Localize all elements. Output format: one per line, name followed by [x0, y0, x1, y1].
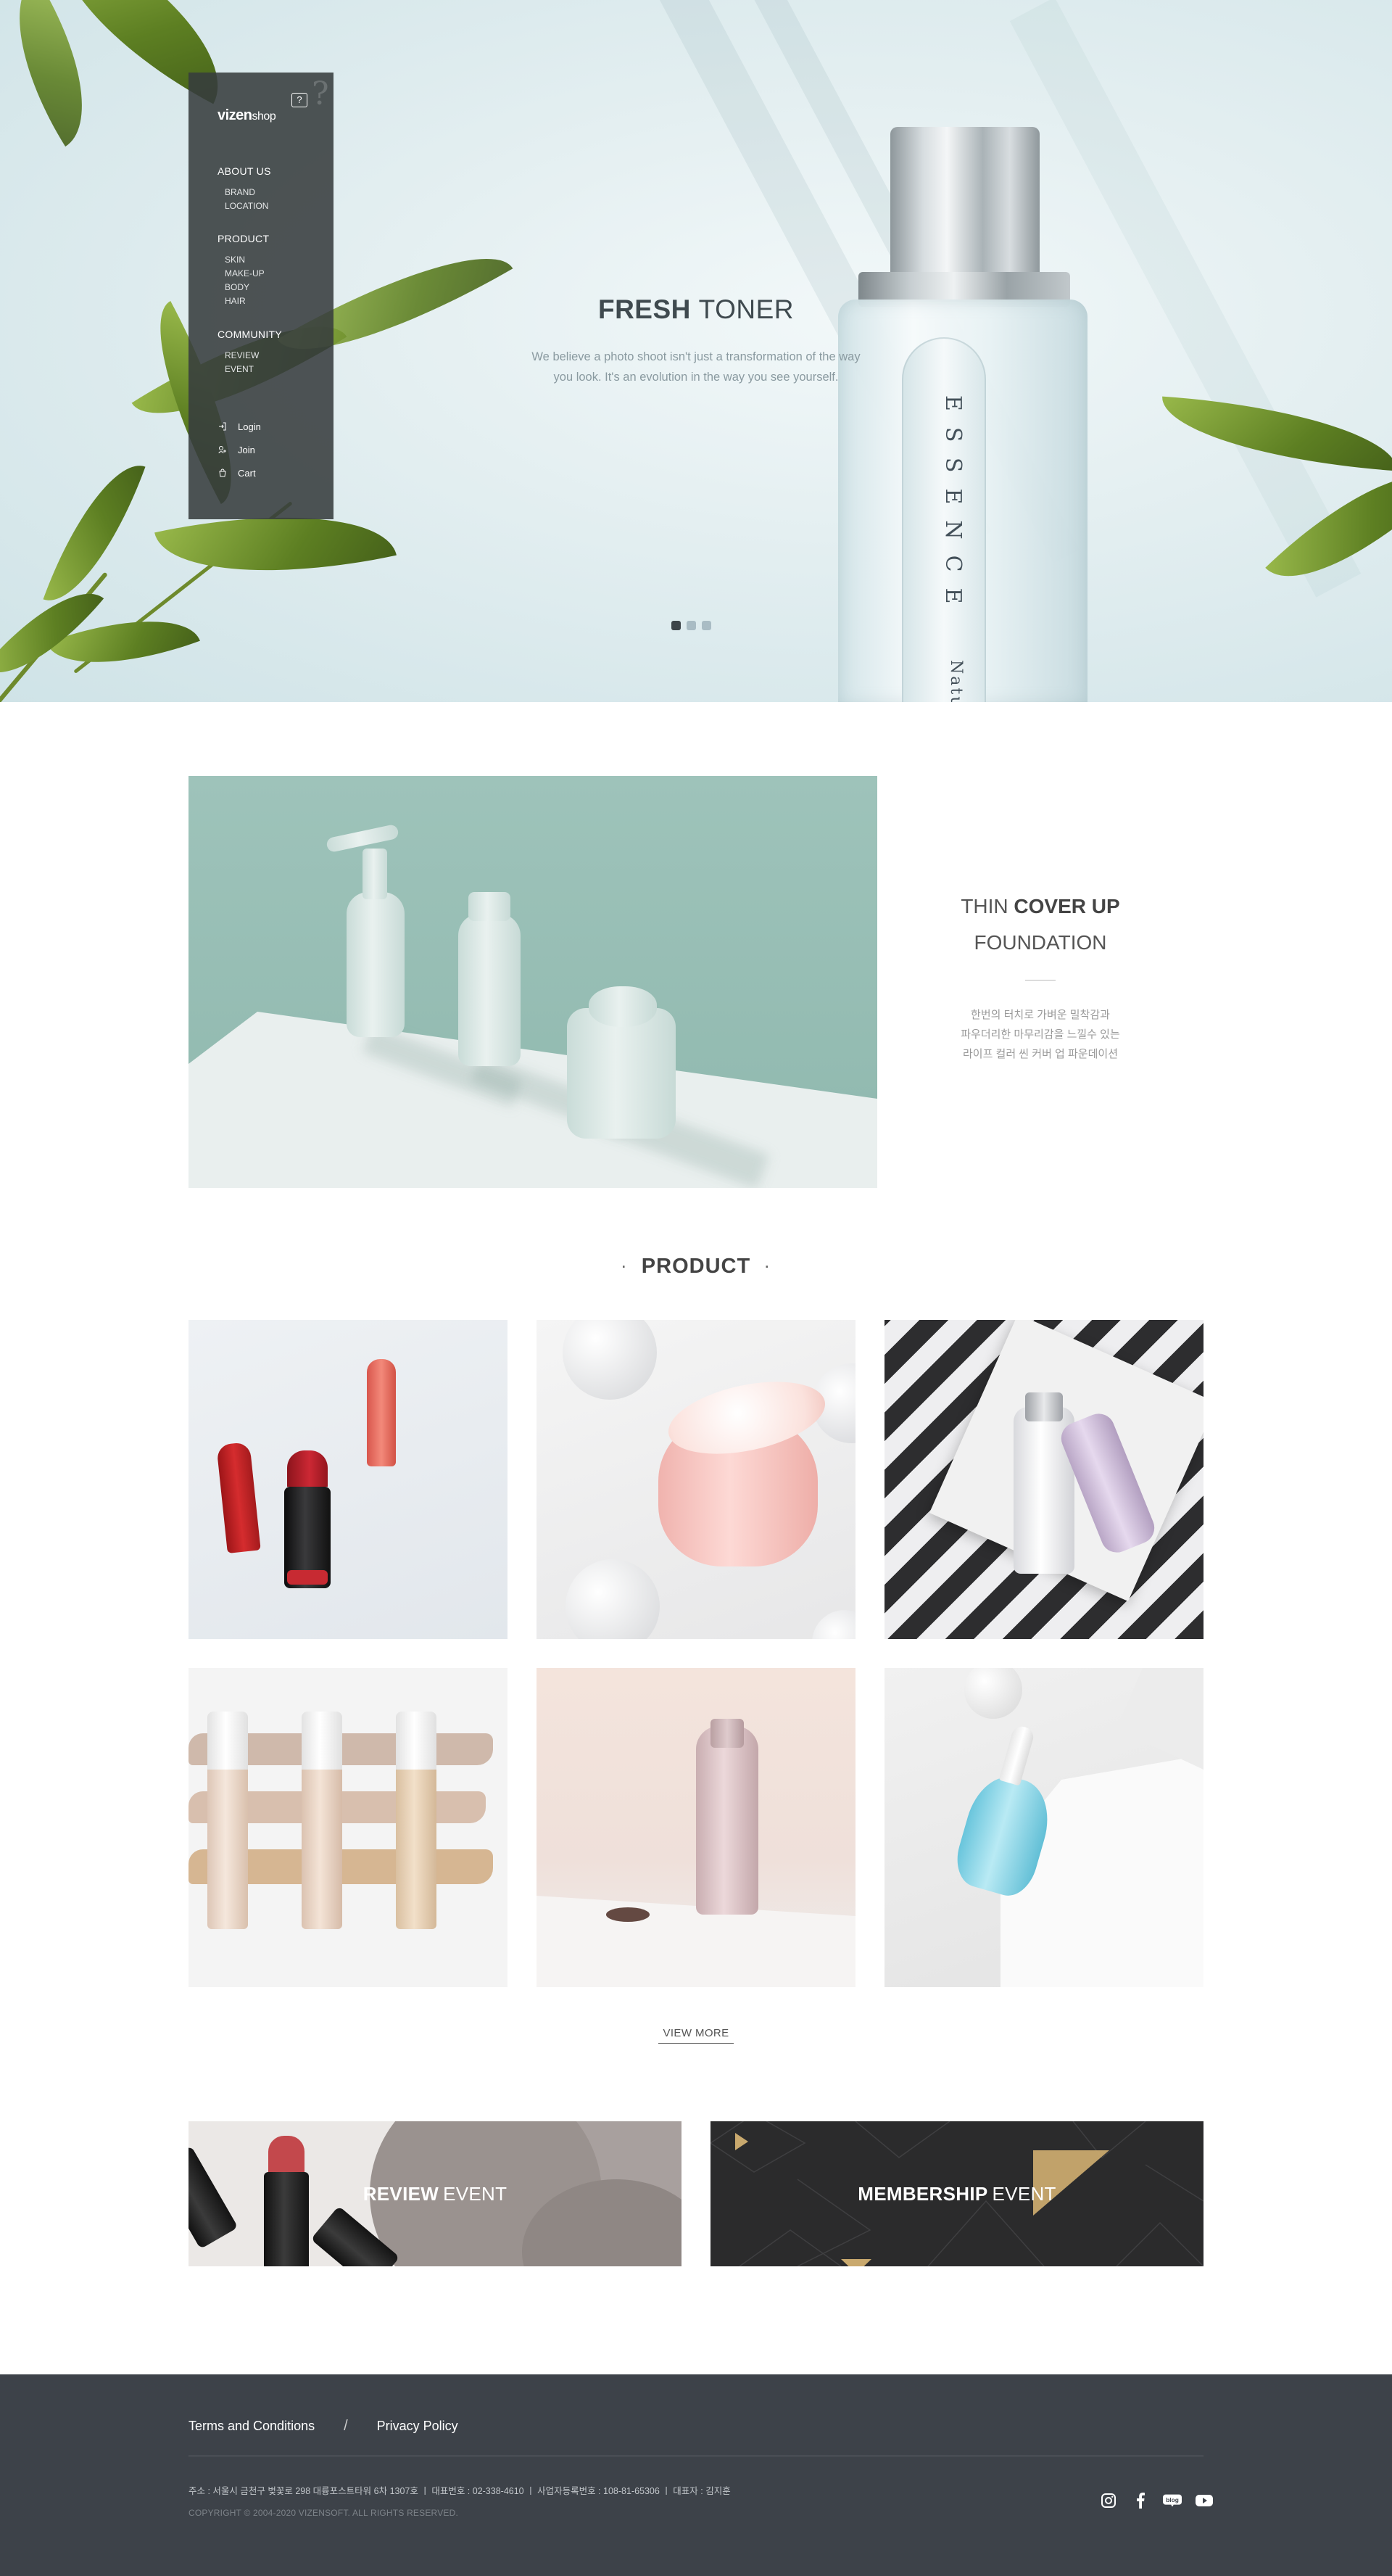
- nav-item-make-up[interactable]: MAKE-UP: [218, 267, 269, 281]
- hero-banner: ESSENCE Natu ? vizenshop ? ABOUT US BRAN…: [0, 0, 1392, 702]
- nav-item-skin[interactable]: SKIN: [218, 253, 269, 267]
- review-event-bold: REVIEW: [362, 2182, 439, 2205]
- logo-decoration: ?: [312, 75, 329, 112]
- feature-description: 한번의 터치로 가벼운 밀착감과 파우더리한 마무리감을 느낄수 있는 라이프 …: [877, 1005, 1204, 1064]
- feature-title-light: THIN: [961, 895, 1008, 917]
- product-title-text: PRODUCT: [641, 1255, 751, 1278]
- terms-link[interactable]: Terms and Conditions: [188, 2419, 315, 2434]
- join-link[interactable]: Join: [218, 438, 261, 461]
- join-label: Join: [238, 444, 255, 455]
- product-lipsticks[interactable]: [188, 1320, 508, 1639]
- review-event-banner[interactable]: REVIEW EVENT: [188, 2121, 682, 2266]
- nav-head-about-us[interactable]: ABOUT US: [218, 165, 271, 177]
- feature-divider: [1025, 980, 1056, 981]
- feature-text: THIN COVER UP FOUNDATION 한번의 터치로 가벼운 밀착감…: [877, 888, 1204, 1064]
- nav-item-brand[interactable]: BRAND: [218, 186, 271, 199]
- membership-event-label: MEMBERSHIP EVENT: [710, 2121, 1204, 2266]
- slider-dot-1[interactable]: [671, 621, 681, 630]
- foundation-feature-image: [188, 776, 877, 1188]
- join-icon: [218, 445, 228, 455]
- hero-title-light: TONER: [698, 294, 795, 324]
- product-section-title: · PRODUCT ·: [0, 1255, 1392, 1279]
- bottle-natu-text: Natu: [947, 660, 965, 702]
- cart-link[interactable]: Cart: [218, 461, 261, 484]
- nav-group-about: ABOUT US BRAND LOCATION: [218, 165, 271, 213]
- feature-title-line2: FOUNDATION: [974, 931, 1107, 954]
- feature-description-line: 파우더리한 마무리감을 느낄수 있는: [961, 1028, 1120, 1041]
- review-event-label: REVIEW EVENT: [188, 2121, 682, 2266]
- logo-badge: ?: [291, 93, 307, 107]
- facebook-icon[interactable]: [1131, 2492, 1150, 2509]
- feature-title-line1: THIN COVER UP: [877, 888, 1204, 925]
- product-cream-jar[interactable]: [536, 1320, 856, 1639]
- feature-description-line: 한번의 터치로 가벼운 밀착감과: [971, 1009, 1110, 1021]
- leaf-image: [43, 449, 146, 617]
- product-bottles-stripes[interactable]: [884, 1320, 1204, 1639]
- nav-item-event[interactable]: EVENT: [218, 363, 282, 376]
- nav-head-product[interactable]: PRODUCT: [218, 233, 269, 244]
- nav-item-body[interactable]: BODY: [218, 281, 269, 294]
- instagram-icon[interactable]: [1099, 2492, 1118, 2509]
- hero-description-line: you look. It's an evolution in the way y…: [553, 371, 839, 384]
- slider-dot-3[interactable]: [702, 621, 711, 630]
- footer-address: 주소 : 서울시 금천구 벚꽃로 298 대륭포스트타워 6차 1307호 ㅣ …: [188, 2486, 731, 2496]
- nav-utility: Login Join Cart: [218, 415, 261, 484]
- hero-description-line: We believe a photo shoot isn't just a tr…: [531, 350, 861, 363]
- footer-links: Terms and Conditions / Privacy Policy: [188, 2418, 458, 2435]
- title-bullet: ·: [621, 1259, 627, 1274]
- membership-event-banner[interactable]: MEMBERSHIP EVENT: [710, 2121, 1204, 2266]
- login-icon: [218, 421, 228, 432]
- social-links: blog: [1099, 2492, 1214, 2509]
- logo-sub: shop: [252, 110, 276, 123]
- privacy-link[interactable]: Privacy Policy: [377, 2419, 458, 2434]
- membership-event-bold: MEMBERSHIP: [858, 2182, 988, 2205]
- nav-group-community: COMMUNITY REVIEW EVENT: [218, 329, 282, 376]
- slider-dot-2[interactable]: [687, 621, 696, 630]
- slider-pagination: [671, 621, 711, 630]
- product-dropper[interactable]: [884, 1668, 1204, 1987]
- review-event-light: EVENT: [443, 2182, 508, 2205]
- login-link[interactable]: Login: [218, 415, 261, 438]
- nav-head-community[interactable]: COMMUNITY: [218, 329, 282, 340]
- product-concealers[interactable]: [188, 1668, 508, 1987]
- bottle-essence-text: ESSENCE: [940, 395, 966, 620]
- cart-icon: [218, 468, 228, 478]
- feature-description-line: 라이프 컬러 씬 커버 업 파운데이션: [962, 1048, 1119, 1060]
- blog-icon-text: blog: [1166, 2496, 1179, 2503]
- hero-description: We believe a photo shoot isn't just a tr…: [478, 347, 914, 387]
- nav-item-review[interactable]: REVIEW: [218, 349, 282, 363]
- membership-event-light: EVENT: [992, 2182, 1056, 2205]
- toner-bottle-image: ESSENCE Natu: [838, 127, 1088, 702]
- nav-item-location[interactable]: LOCATION: [218, 199, 271, 213]
- logo-main: vizen: [218, 107, 252, 123]
- view-more-link[interactable]: VIEW MORE: [658, 2027, 734, 2044]
- blog-icon[interactable]: blog: [1163, 2492, 1182, 2509]
- hero-title-bold: FRESH: [597, 294, 691, 324]
- product-pink-bottle[interactable]: [536, 1668, 856, 1987]
- hero-title: FRESH TONER: [0, 294, 1392, 325]
- footer-copyright: COPYRIGHT © 2004-2020 VIZENSOFT. ALL RIG…: [188, 2508, 459, 2518]
- feature-title-bold: COVER UP: [1014, 895, 1120, 917]
- youtube-icon[interactable]: [1195, 2492, 1214, 2509]
- logo[interactable]: vizenshop: [218, 107, 276, 124]
- title-bullet: ·: [765, 1259, 771, 1274]
- cart-label: Cart: [238, 467, 256, 479]
- footer: Terms and Conditions / Privacy Policy 주소…: [0, 2374, 1392, 2576]
- login-label: Login: [238, 421, 261, 432]
- footer-separator: /: [344, 2418, 348, 2434]
